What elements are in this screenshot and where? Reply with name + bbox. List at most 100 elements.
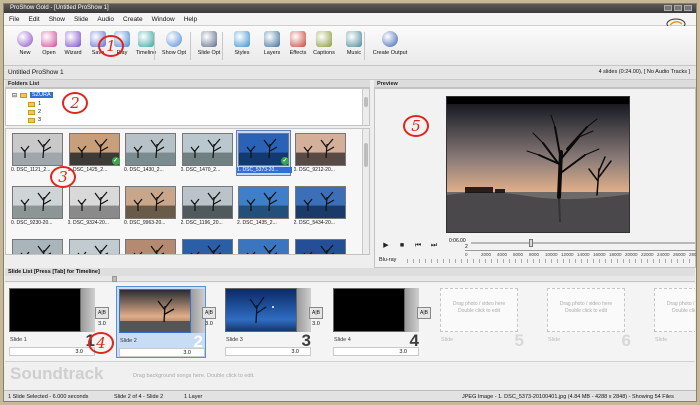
thumbnails-scrollbar[interactable] <box>362 129 369 254</box>
transition-duration: 3.0 <box>205 321 213 327</box>
menu-edit[interactable]: Edit <box>28 16 39 23</box>
menu-help[interactable]: Help <box>184 16 197 23</box>
menu-slide[interactable]: Slide <box>74 16 88 23</box>
transition-item[interactable]: A|B <box>415 307 433 333</box>
file-thumbnail[interactable]: 0. DSC_9324-20... <box>68 184 121 228</box>
transition-icon[interactable]: A|B <box>95 307 109 319</box>
slide-duration: 3.0 <box>291 349 299 355</box>
folder-root-label: SZURA <box>30 92 53 98</box>
menu-file[interactable]: File <box>9 16 19 23</box>
preview-scrubber[interactable] <box>471 239 695 247</box>
file-thumbnail[interactable]: 0. DSC_9212-20... <box>294 131 347 175</box>
menu-show[interactable]: Show <box>49 16 65 23</box>
thumbnail-caption: 0. DSC_9212-20... <box>293 167 335 173</box>
empty-slide-placeholder[interactable]: Drag photo / video hereDouble click to e… <box>545 286 633 358</box>
slide-item[interactable]: Slide 3 3 3.0 <box>223 286 313 358</box>
folder-item[interactable]: 1 <box>28 100 41 108</box>
scroll-thumb[interactable] <box>364 97 368 107</box>
file-thumbnail[interactable] <box>294 237 347 254</box>
status-bar: 1 Slide Selected - 6.000 seconds Slide 2… <box>4 390 696 401</box>
file-thumbnail[interactable]: ✓ 1. DSC_5373-20... <box>236 130 292 176</box>
transition-icon[interactable]: A|B <box>309 307 323 319</box>
styles-button[interactable]: Styles <box>226 29 258 63</box>
soundtrack-area[interactable]: Soundtrack Drag background songs here. D… <box>5 361 695 389</box>
drop-hint-secondary: Double click to edit <box>458 308 500 314</box>
music-icon <box>346 31 362 47</box>
thumbnail-image <box>68 239 120 254</box>
zoom-handle[interactable] <box>112 276 117 282</box>
close-button[interactable] <box>684 5 692 11</box>
drop-zone[interactable]: Drag photo / video hereDouble click to e… <box>440 288 518 332</box>
folder-root[interactable]: ⊟ SZURA <box>12 91 53 99</box>
file-thumbnail[interactable]: 2. DSC_5434-20... <box>294 184 347 228</box>
file-thumbnail[interactable]: 0. DSC_1470_2... <box>181 131 234 175</box>
slide-label: Slide 3 <box>226 337 243 343</box>
empty-slide-placeholder[interactable]: Drag photo / video hereDouble click to e… <box>438 286 526 358</box>
file-thumbnail[interactable]: 2. DSC_1196_20... <box>181 184 234 228</box>
file-thumbnail[interactable] <box>181 237 234 254</box>
folders-scrollbar[interactable] <box>362 89 369 125</box>
menu-create[interactable]: Create <box>123 16 143 23</box>
maximize-button[interactable] <box>674 5 682 11</box>
menu-audio[interactable]: Audio <box>97 16 114 23</box>
annotation-marker-2: 2 <box>62 92 88 114</box>
window-controls <box>664 5 692 11</box>
slide-duration: 3.0 <box>75 349 83 355</box>
file-thumbnail[interactable]: 0. DSC_9230-20... <box>11 184 64 228</box>
minimize-button[interactable] <box>664 5 672 11</box>
slide-item[interactable]: Slide 2 2 3.0 <box>116 286 206 358</box>
scroll-thumb[interactable] <box>364 143 368 167</box>
drop-hint-secondary: Double click to edit <box>672 308 695 314</box>
slide-opt-button[interactable]: Slide Opt <box>193 29 225 63</box>
annotation-marker-1: 1 <box>98 35 124 57</box>
menu-window[interactable]: Window <box>152 16 175 23</box>
effects-icon <box>290 31 306 47</box>
play-icon[interactable]: ▶ <box>381 241 391 251</box>
transition-item[interactable]: A|B 3.0 <box>93 307 111 333</box>
previous-slide-icon[interactable]: ⏮ <box>413 241 423 251</box>
stop-icon[interactable]: ■ <box>397 241 407 251</box>
captions-button[interactable]: Captions <box>308 29 340 63</box>
file-thumbnail[interactable]: 0. DSC_1430_2... <box>124 131 177 175</box>
ruler-tick-label: 4000 <box>497 252 508 257</box>
toolbar-separator <box>222 32 223 60</box>
drop-hint: Drag photo / video here <box>666 301 695 307</box>
thumbnail-caption: 1. DSC_1425_2... <box>67 167 108 173</box>
file-thumbnail[interactable]: 2. DSC_1435_2... <box>237 184 290 228</box>
annotation-marker-5: 5 <box>403 115 429 137</box>
slide-item[interactable]: Slide 1 1 3.0 <box>7 286 97 358</box>
scrubber-handle[interactable] <box>529 239 533 247</box>
file-thumbnail[interactable] <box>68 237 121 254</box>
create-output-button[interactable]: Create Output <box>368 29 412 63</box>
toolbar-label: Slide Opt <box>197 50 221 56</box>
next-slide-icon[interactable]: ⏭ <box>429 241 439 251</box>
show-opt-button[interactable]: Show Opt <box>158 29 190 63</box>
slide-duration-field[interactable] <box>119 348 205 357</box>
output-format-label[interactable]: Blu-ray <box>379 257 396 263</box>
slide-item[interactable]: Slide 4 4 3.0 <box>331 286 421 358</box>
empty-slide-placeholder[interactable]: Drag photo / video hereDouble click to e… <box>652 286 695 358</box>
folder-item[interactable]: 2 <box>28 108 41 116</box>
folder-item[interactable]: 3 <box>28 116 41 124</box>
file-thumbnail[interactable]: ✓ 1. DSC_1425_2... <box>68 131 121 175</box>
drop-hint-secondary: Double click to edit <box>565 308 607 314</box>
project-name: Untitled ProShow 1 <box>8 69 64 76</box>
folders-list-header: Folders List <box>5 80 370 88</box>
slide-label: Slide <box>441 337 454 343</box>
transition-item[interactable]: A|B 3.0 <box>200 307 218 333</box>
drop-zone[interactable]: Drag photo / video hereDouble click to e… <box>654 288 695 332</box>
slide-label: Slide <box>655 337 668 343</box>
transition-icon[interactable]: A|B <box>202 307 216 319</box>
transition-item[interactable]: A|B 3.0 <box>307 307 325 333</box>
file-thumbnail[interactable] <box>11 237 64 254</box>
file-thumbnail[interactable] <box>124 237 177 254</box>
file-thumbnail[interactable] <box>237 237 290 254</box>
music-button[interactable]: Music <box>338 29 370 63</box>
slide-label: Slide <box>548 337 561 343</box>
toolbar-separator <box>190 32 191 60</box>
slide-list-zoom[interactable] <box>5 276 695 282</box>
collapse-icon[interactable]: ⊟ <box>12 92 17 99</box>
file-thumbnail[interactable]: 0. DSC_9963-20... <box>124 184 177 228</box>
transition-icon[interactable]: A|B <box>417 307 431 319</box>
drop-zone[interactable]: Drag photo / video hereDouble click to e… <box>547 288 625 332</box>
